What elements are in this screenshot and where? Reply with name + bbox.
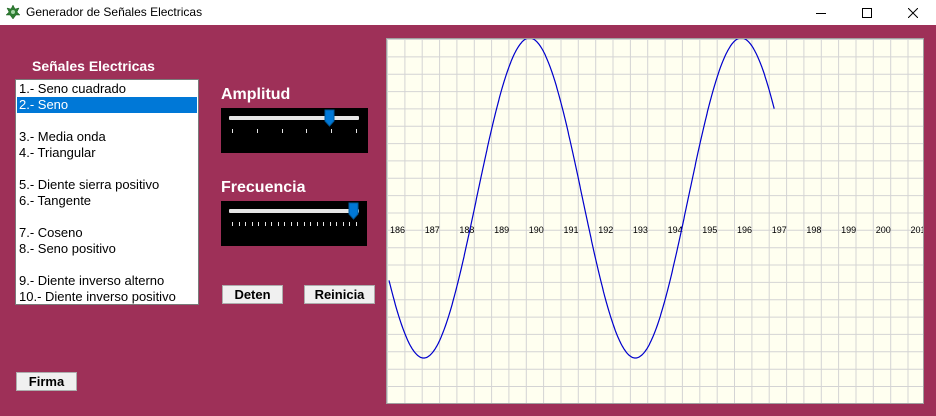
x-tick-label: 199: [841, 225, 856, 235]
frequency-slider-tick: [336, 222, 338, 226]
x-tick-label: 193: [633, 225, 648, 235]
x-tick-label: 201: [911, 225, 924, 235]
amplitude-label: Amplitud: [221, 86, 291, 103]
x-tick-label: 191: [564, 225, 579, 235]
frequency-slider-tick: [290, 222, 292, 226]
x-tick-label: 192: [598, 225, 613, 235]
x-tick-label: 197: [772, 225, 787, 235]
close-icon: [908, 7, 918, 18]
frequency-slider-tick: [342, 222, 344, 226]
frequency-slider-tick: [238, 222, 240, 226]
frequency-slider-tick: [303, 222, 305, 226]
frequency-slider-tick: [316, 222, 318, 226]
maximize-icon: [862, 7, 872, 18]
close-button[interactable]: [890, 0, 936, 25]
x-tick-label: 189: [494, 225, 509, 235]
amplitude-slider[interactable]: [221, 108, 368, 153]
x-tick-label: 190: [529, 225, 544, 235]
window-title: Generador de Señales Electricas: [26, 5, 203, 19]
amplitude-slider-tick: [232, 129, 233, 133]
frequency-slider-tick: [323, 222, 325, 226]
x-tick-label: 196: [737, 225, 752, 235]
restart-button[interactable]: Reinicia: [304, 285, 375, 304]
x-tick-label: 200: [876, 225, 891, 235]
frequency-slider-tick: [277, 222, 279, 226]
frequency-slider-tick: [349, 222, 351, 226]
minimize-button[interactable]: [798, 0, 844, 25]
sine-wave-series: [388, 39, 775, 359]
maximize-button[interactable]: [844, 0, 890, 25]
frequency-slider-track: [229, 209, 359, 213]
amplitude-slider-tick: [256, 129, 258, 133]
frequency-slider-tick: [245, 222, 247, 226]
frequency-slider-tick: [310, 222, 312, 226]
signal-list-item[interactable]: 4.- Triangular: [17, 145, 197, 161]
x-tick-label: 188: [459, 225, 474, 235]
frequency-slider-tick: [251, 222, 253, 226]
signal-list-item[interactable]: 10.- Diente inverso positivo: [17, 289, 197, 305]
frequency-slider-thumb[interactable]: [348, 202, 359, 220]
signal-list-spacer[interactable]: [17, 113, 197, 129]
signal-list-item[interactable]: 8.- Seno positivo: [17, 241, 197, 257]
app-icon: [5, 4, 21, 20]
signal-list-spacer[interactable]: [17, 257, 197, 273]
amplitude-slider-tick: [281, 129, 283, 133]
frequency-slider-tick: [356, 222, 357, 226]
frequency-slider-tick: [271, 222, 273, 226]
signal-plot-svg: 186 187 188 189 190 191 192 193 194 195 196 197 198 1…: [387, 39, 923, 403]
amplitude-slider-tick: [356, 129, 357, 133]
stop-button[interactable]: Deten: [222, 285, 283, 304]
minimize-icon: [816, 12, 826, 14]
signal-list-item[interactable]: 5.- Diente sierra positivo: [17, 177, 197, 193]
signal-plot: 186 187 188 189 190 191 192 193 194 195 196 197 198 1…: [386, 38, 924, 404]
frequency-slider-tick: [258, 222, 260, 226]
signal-list-spacer[interactable]: [17, 161, 197, 177]
x-tick-label: 195: [702, 225, 717, 235]
x-tick-label: 187: [425, 225, 440, 235]
signals-list-title: Señales Electricas: [32, 58, 155, 74]
title-bar: Generador de Señales Electricas: [0, 0, 936, 25]
signal-list-item[interactable]: 9.- Diente inverso alterno: [17, 273, 197, 289]
x-tick-label: 198: [806, 225, 821, 235]
amplitude-slider-tick: [331, 129, 333, 133]
amplitude-slider-tick: [306, 129, 308, 133]
signal-list-item[interactable]: 3.- Media onda: [17, 129, 197, 145]
frequency-slider-tick: [232, 222, 233, 226]
frequency-slider-tick: [264, 222, 266, 226]
frequency-label: Frecuencia: [221, 179, 306, 196]
signal-list-spacer[interactable]: [17, 209, 197, 225]
signal-list-item[interactable]: 6.- Tangente: [17, 193, 197, 209]
amplitude-slider-track: [229, 116, 359, 120]
x-tick-label: 186: [390, 225, 405, 235]
signal-list-item[interactable]: 1.- Seno cuadrado: [17, 81, 197, 97]
signal-list-item[interactable]: 2.- Seno: [17, 97, 197, 113]
signal-list-item[interactable]: 7.- Coseno: [17, 225, 197, 241]
frequency-slider-tick: [329, 222, 331, 226]
main-panel: Señales Electricas 1.- Seno cuadrado 2.- …: [0, 25, 936, 416]
frequency-slider-tick: [297, 222, 299, 226]
frequency-slider[interactable]: [221, 201, 367, 246]
signal-listbox[interactable]: 1.- Seno cuadrado 2.- Seno 3.- Media onda 4…: [15, 79, 199, 305]
sign-button[interactable]: Firma: [16, 372, 77, 391]
amplitude-slider-thumb[interactable]: [324, 109, 335, 127]
frequency-slider-tick: [284, 222, 286, 226]
